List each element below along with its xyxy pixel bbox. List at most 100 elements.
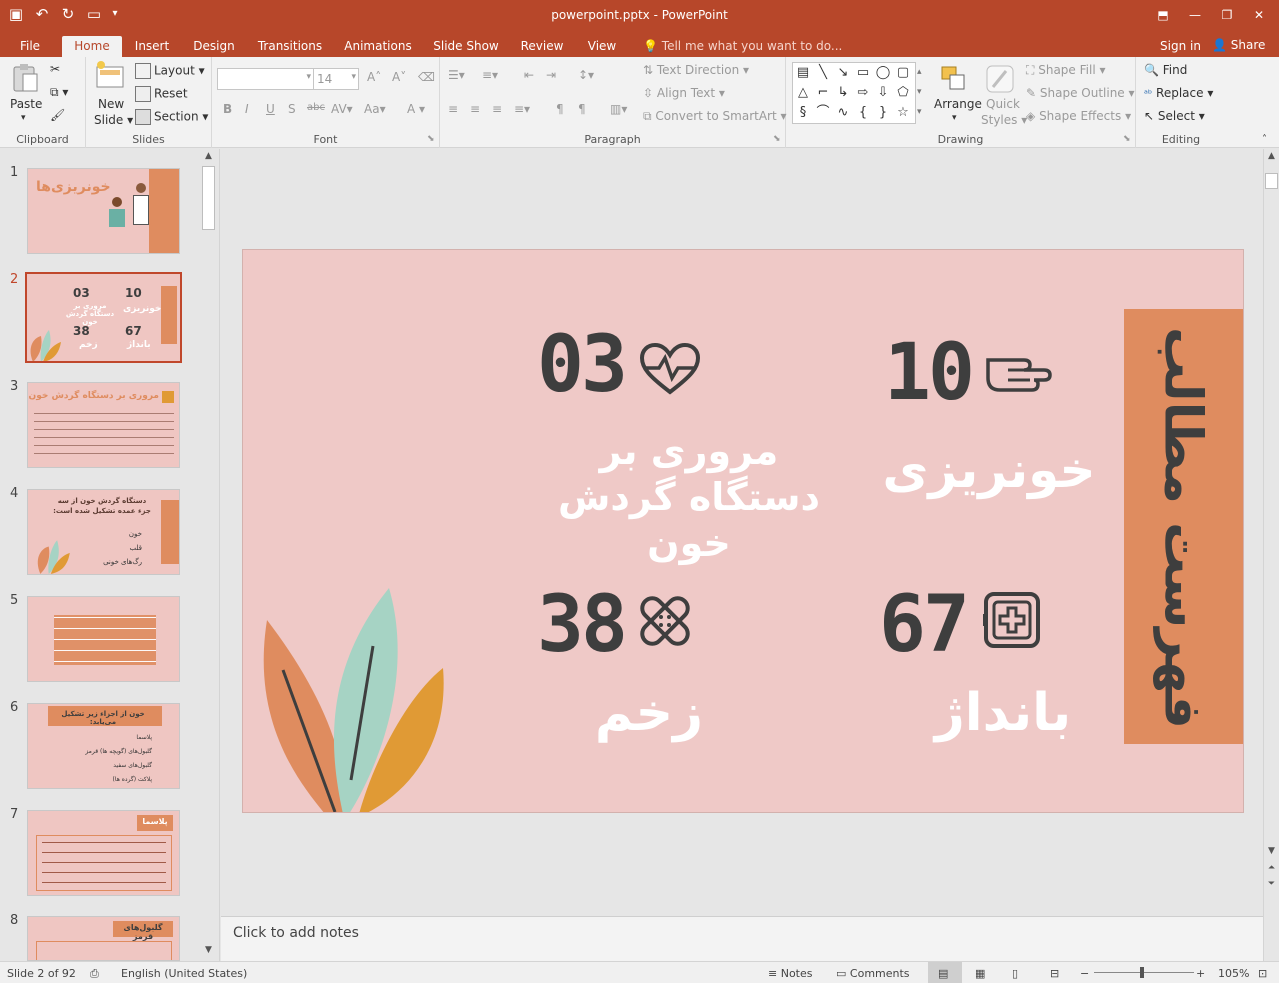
- font-name-dropdown-icon[interactable]: ▾: [306, 72, 311, 82]
- language-indicator[interactable]: English (United States): [121, 967, 247, 980]
- quick-styles-icon[interactable]: [984, 63, 1016, 95]
- clear-formatting-icon[interactable]: ⌫: [418, 70, 435, 84]
- align-right-icon[interactable]: ≡: [492, 102, 502, 116]
- cut-icon[interactable]: ✂: [50, 62, 60, 76]
- zoom-slider-handle[interactable]: [1140, 967, 1144, 978]
- decrease-indent-icon[interactable]: ⇤: [524, 68, 534, 82]
- shapes-more-icon[interactable]: ▴ ▾ ▾: [917, 62, 922, 122]
- tell-me-search[interactable]: 💡 Tell me what you want to do...: [643, 36, 842, 56]
- arc-shape-icon[interactable]: ⌒: [814, 104, 832, 122]
- minimize-icon[interactable]: —: [1181, 3, 1209, 27]
- item-number-67[interactable]: 67: [879, 580, 970, 670]
- down-arrow-shape-icon[interactable]: ⇩: [874, 84, 892, 102]
- shadow-icon[interactable]: S: [288, 102, 296, 116]
- select-button[interactable]: ↖ Select ▾: [1144, 109, 1205, 123]
- align-left-icon[interactable]: ≡: [448, 102, 458, 116]
- pentagon-shape-icon[interactable]: ⬠: [894, 84, 912, 102]
- restore-icon[interactable]: ❐: [1213, 3, 1241, 27]
- scroll-down-icon[interactable]: ▼: [201, 945, 216, 959]
- scroll-up-icon[interactable]: ▲: [201, 151, 216, 165]
- slide-scrollbar[interactable]: ▲ ▼ ⏶ ⏷: [1263, 149, 1279, 961]
- zoom-in-icon[interactable]: +: [1196, 967, 1205, 980]
- arrange-dropdown-icon[interactable]: ▾: [952, 113, 957, 123]
- line-shape-icon[interactable]: ╲: [814, 64, 832, 82]
- copy-icon[interactable]: ⧉ ▾: [50, 85, 68, 100]
- shapes-gallery[interactable]: ▤ ╲ ↘ ▭ ◯ ▢ △ ⌐ ↳ ⇨ ⇩ ⬠ § ⌒ ∿ { } ☆: [792, 62, 916, 124]
- paste-dropdown-icon[interactable]: ▾: [21, 113, 26, 123]
- drawing-dialog-launcher-icon[interactable]: ⬊: [1123, 134, 1131, 144]
- comments-toggle[interactable]: ▭ Comments: [836, 967, 910, 980]
- next-slide-icon[interactable]: ⏷: [1264, 879, 1279, 893]
- slide-thumbnails-pane[interactable]: 1 خونریزی‌ها 2 03 10 38 67 مروری بر دستگ…: [0, 149, 220, 961]
- thumbnail-slide-1[interactable]: خونریزی‌ها: [27, 168, 180, 254]
- tab-review[interactable]: Review: [517, 36, 567, 57]
- character-spacing-icon[interactable]: AV▾: [331, 102, 353, 116]
- thumbnail-slide-2[interactable]: 03 10 38 67 مروری بر دستگاه گردش خون خون…: [25, 272, 182, 363]
- find-button[interactable]: 🔍 Find: [1144, 63, 1187, 77]
- change-case-icon[interactable]: Aa▾: [364, 102, 386, 116]
- ltr-icon[interactable]: ¶: [556, 102, 564, 116]
- shape-effects-button[interactable]: ◈ Shape Effects ▾: [1026, 109, 1131, 123]
- textbox-shape-icon[interactable]: ▤: [794, 64, 812, 82]
- section-button[interactable]: Section ▾: [135, 109, 208, 125]
- tab-slide-show[interactable]: Slide Show: [432, 36, 500, 57]
- quick-styles-label-2[interactable]: Styles ▾: [981, 113, 1027, 127]
- rectangle-shape-icon[interactable]: ▭: [854, 64, 872, 82]
- elbow-connector-icon[interactable]: ⌐: [814, 84, 832, 102]
- thumbnail-slide-7[interactable]: پلاسما: [27, 810, 180, 896]
- rounded-rect-shape-icon[interactable]: ▢: [894, 64, 912, 82]
- numbering-icon[interactable]: ≡▾: [482, 68, 498, 82]
- slide-sorter-icon[interactable]: ▦: [975, 967, 985, 980]
- item-number-38[interactable]: 38: [537, 580, 628, 670]
- paste-button[interactable]: Paste: [10, 97, 42, 111]
- tab-insert[interactable]: Insert: [130, 36, 174, 57]
- scroll-up-icon[interactable]: ▲: [1264, 151, 1279, 165]
- zoom-out-icon[interactable]: −: [1080, 967, 1089, 980]
- justify-icon[interactable]: ≡▾: [514, 102, 530, 116]
- thumbnails-scrollbar[interactable]: ▲ ▼: [201, 151, 216, 959]
- reading-view-icon[interactable]: ▯: [1012, 967, 1018, 980]
- layout-button[interactable]: Layout ▾: [135, 63, 205, 79]
- triangle-shape-icon[interactable]: △: [794, 84, 812, 102]
- replace-button[interactable]: ᵃᵇ Replace ▾: [1144, 86, 1213, 100]
- right-brace-shape-icon[interactable]: }: [874, 104, 892, 122]
- smartart-button[interactable]: ⧉ Convert to SmartArt ▾: [643, 109, 787, 124]
- rtl-icon[interactable]: ¶: [578, 102, 586, 116]
- tab-home[interactable]: Home: [62, 36, 122, 57]
- previous-slide-icon[interactable]: ⏶: [1264, 863, 1279, 877]
- new-slide-icon[interactable]: [94, 60, 126, 92]
- font-size-box[interactable]: 14 ▾: [313, 68, 359, 90]
- slideshow-view-icon[interactable]: ⊟: [1050, 967, 1059, 980]
- fit-to-window-icon[interactable]: ⊡: [1258, 967, 1267, 980]
- italic-icon[interactable]: I: [245, 102, 249, 116]
- grow-font-icon[interactable]: A˄: [367, 70, 381, 84]
- arrange-icon[interactable]: [938, 63, 970, 95]
- item-label-03[interactable]: مروری بر دستگاه گردش خون: [539, 428, 839, 566]
- font-dialog-launcher-icon[interactable]: ⬊: [427, 134, 435, 144]
- font-size-dropdown-icon[interactable]: ▾: [351, 72, 356, 82]
- format-painter-icon[interactable]: 🖌: [50, 108, 65, 122]
- increase-indent-icon[interactable]: ⇥: [546, 68, 556, 82]
- item-number-10[interactable]: 10: [884, 328, 975, 418]
- columns-icon[interactable]: ▥▾: [610, 102, 627, 116]
- bullets-icon[interactable]: ☰▾: [448, 68, 465, 82]
- font-name-box[interactable]: ▾: [217, 68, 314, 90]
- zoom-level[interactable]: 105%: [1218, 967, 1249, 980]
- close-icon[interactable]: ✕: [1245, 3, 1273, 27]
- thumbnail-slide-3[interactable]: مروری بر دستگاه گردش خون: [27, 382, 180, 468]
- shrink-font-icon[interactable]: A˅: [392, 70, 406, 84]
- scroll-down-icon[interactable]: ▼: [1264, 846, 1279, 860]
- tab-animations[interactable]: Animations: [342, 36, 414, 57]
- right-arrow-shape-icon[interactable]: ⇨: [854, 84, 872, 102]
- collapse-ribbon-icon[interactable]: ˄: [1262, 134, 1267, 145]
- thumbnails-scroll-thumb[interactable]: [202, 166, 215, 230]
- paste-icon[interactable]: [9, 62, 41, 94]
- font-color-icon[interactable]: A ▾: [407, 102, 425, 116]
- slide-canvas[interactable]: فهرست مطالب 03 مروری بر دستگاه گردش خون …: [242, 249, 1244, 813]
- item-label-67[interactable]: بانداژ: [893, 682, 1113, 744]
- shape-fill-button[interactable]: ⛶ Shape Fill ▾: [1026, 63, 1106, 78]
- thumbnail-slide-8[interactable]: گلبول‌های قرمز: [27, 916, 180, 961]
- align-text-button[interactable]: ⇳ Align Text ▾: [643, 86, 725, 100]
- item-label-38[interactable]: زخم: [569, 682, 729, 744]
- tab-view[interactable]: View: [583, 36, 621, 57]
